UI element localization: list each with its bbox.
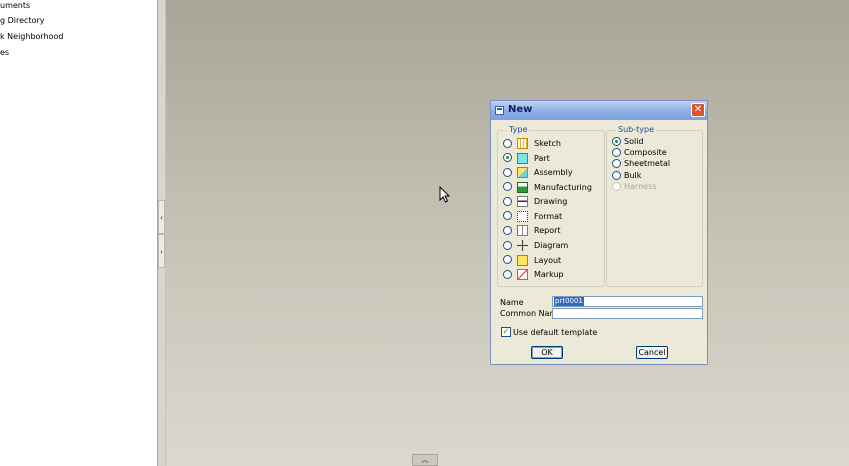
type-layout-label[interactable]: Layout xyxy=(534,255,561,266)
subtype-bulk-label[interactable]: Bulk xyxy=(624,170,641,181)
subtype-group-label: Sub-type xyxy=(616,125,656,135)
use-default-template-checkbox[interactable]: ✓ xyxy=(501,327,511,337)
cancel-button[interactable]: Cancel xyxy=(636,346,668,359)
type-part-radio[interactable] xyxy=(503,153,512,162)
nav-item-working-directory[interactable]: g Directory xyxy=(0,15,45,27)
subtype-sheetmetal-label[interactable]: Sheetmetal xyxy=(624,158,670,169)
subtype-bulk-radio[interactable] xyxy=(612,171,621,180)
subtype-harness-radio xyxy=(612,182,621,191)
subtype-composite-label[interactable]: Composite xyxy=(624,147,667,158)
collapse-left-arrow[interactable]: ‹ xyxy=(158,200,165,234)
type-drawing-radio[interactable] xyxy=(503,197,512,206)
sketch-icon xyxy=(517,138,528,149)
subtype-solid-radio[interactable] xyxy=(612,137,621,146)
type-layout-radio[interactable] xyxy=(503,255,512,264)
nav-item-network-neighborhood[interactable]: k Neighborhood xyxy=(0,31,64,43)
name-input-value: prt0001 xyxy=(554,297,584,306)
dialog-title: New xyxy=(508,104,533,115)
nav-item-documents[interactable]: uments xyxy=(0,0,30,12)
diagram-icon xyxy=(517,240,528,251)
dialog-titlebar[interactable]: New ✕ xyxy=(491,101,707,120)
type-diagram-label[interactable]: Diagram xyxy=(534,240,568,251)
manufacturing-icon xyxy=(517,182,528,193)
common-name-input[interactable] xyxy=(552,308,703,319)
name-label: Name xyxy=(500,298,524,307)
type-assembly-radio[interactable] xyxy=(503,168,512,177)
type-report-radio[interactable] xyxy=(503,226,512,235)
dialog-app-icon xyxy=(495,106,504,115)
use-default-template-label[interactable]: Use default template xyxy=(513,327,597,338)
assembly-icon xyxy=(517,167,528,178)
type-group-label: Type xyxy=(507,125,530,135)
type-sketch-radio[interactable] xyxy=(503,139,512,148)
subtype-solid-label[interactable]: Solid xyxy=(624,136,644,147)
new-dialog: New ✕ Type Sketch Part Assembly Manufact… xyxy=(490,100,708,365)
part-icon xyxy=(517,153,528,164)
type-part-label[interactable]: Part xyxy=(534,153,550,164)
mouse-pointer-icon xyxy=(439,186,451,203)
subtype-sheetmetal-radio[interactable] xyxy=(612,159,621,168)
report-icon xyxy=(517,225,528,236)
type-markup-radio[interactable] xyxy=(503,270,512,279)
drawing-icon xyxy=(517,196,528,207)
panel-splitter[interactable]: ‹ › xyxy=(157,0,166,466)
type-format-label[interactable]: Format xyxy=(534,211,562,222)
type-assembly-label[interactable]: Assembly xyxy=(534,167,573,178)
type-markup-label[interactable]: Markup xyxy=(534,269,564,280)
subtype-composite-radio[interactable] xyxy=(612,148,621,157)
expand-right-arrow[interactable]: › xyxy=(158,234,165,268)
nav-item-favorites[interactable]: es xyxy=(0,47,9,59)
subtype-harness-label: Harness xyxy=(624,182,657,191)
close-button[interactable]: ✕ xyxy=(691,103,705,117)
type-manufacturing-radio[interactable] xyxy=(503,182,512,191)
type-report-label[interactable]: Report xyxy=(534,225,561,236)
bottom-expand-tab[interactable]: ︽ xyxy=(412,454,438,466)
type-sketch-label[interactable]: Sketch xyxy=(534,138,561,149)
layout-icon xyxy=(517,255,528,266)
ok-button[interactable]: OK xyxy=(531,346,563,359)
navigator-panel: uments g Directory k Neighborhood es xyxy=(0,0,157,466)
markup-icon xyxy=(517,269,528,280)
type-manufacturing-label[interactable]: Manufacturing xyxy=(534,182,592,193)
format-icon xyxy=(517,211,528,222)
name-input[interactable]: prt0001 xyxy=(552,296,703,307)
type-drawing-label[interactable]: Drawing xyxy=(534,196,567,207)
type-format-radio[interactable] xyxy=(503,211,512,220)
type-diagram-radio[interactable] xyxy=(503,241,512,250)
